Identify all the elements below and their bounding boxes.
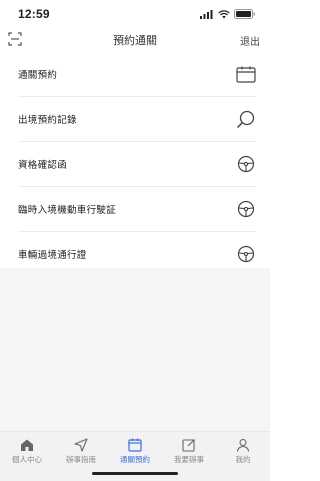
tab-label: 辦事指南 [66, 455, 96, 464]
menu-item-exit-booking-records[interactable]: 出境預約記錄 [18, 97, 256, 142]
tab-label: 通關預約 [120, 455, 150, 464]
tab-label: 個人中心 [12, 455, 42, 464]
steering-wheel-icon [236, 199, 256, 219]
tab-label: 我要辦事 [174, 455, 204, 464]
battery-icon [234, 9, 255, 19]
wifi-icon [218, 9, 230, 18]
menu-item-label: 臨時入境機動車行駛証 [18, 205, 117, 216]
status-bar: 12:59 [0, 0, 270, 28]
menu-item-label: 車輛過境通行證 [18, 250, 87, 261]
calendar-icon [128, 438, 142, 452]
menu-item-temporary-vehicle-permit[interactable]: 臨時入境機動車行駛証 [18, 187, 256, 232]
menu-item-label: 出境預約記錄 [18, 115, 77, 126]
tab-mine[interactable]: 我的 [216, 432, 270, 481]
menu-item-clearance-booking[interactable]: 通關預約 [18, 52, 256, 97]
calendar-icon [236, 64, 256, 84]
signal-icon [200, 9, 213, 19]
page-title: 預約通關 [113, 35, 157, 47]
navigation-icon [74, 438, 88, 452]
search-icon [236, 109, 256, 129]
person-icon [236, 438, 250, 452]
home-icon [21, 439, 33, 451]
status-icons [200, 9, 256, 19]
tab-label: 我的 [235, 455, 251, 464]
logout-button[interactable]: 退出 [240, 33, 260, 48]
steering-wheel-icon [236, 244, 256, 264]
content-background [0, 268, 270, 431]
menu-list: 通關預約 出境預約記錄 資格確認函 臨時入境機動車行駛証 車輛過境通行證 [0, 52, 270, 277]
status-time: 12:59 [18, 7, 50, 21]
scan-icon[interactable] [8, 32, 22, 46]
menu-item-label: 資格確認函 [18, 160, 68, 171]
steering-wheel-icon [236, 154, 256, 174]
menu-item-eligibility-letter[interactable]: 資格確認函 [18, 142, 256, 187]
home-indicator [92, 472, 178, 475]
nav-header: 預約通關 退出 [0, 28, 270, 52]
tab-personal-center[interactable]: 個人中心 [0, 432, 54, 481]
menu-item-label: 通關預約 [18, 70, 58, 81]
edit-icon [182, 439, 195, 452]
